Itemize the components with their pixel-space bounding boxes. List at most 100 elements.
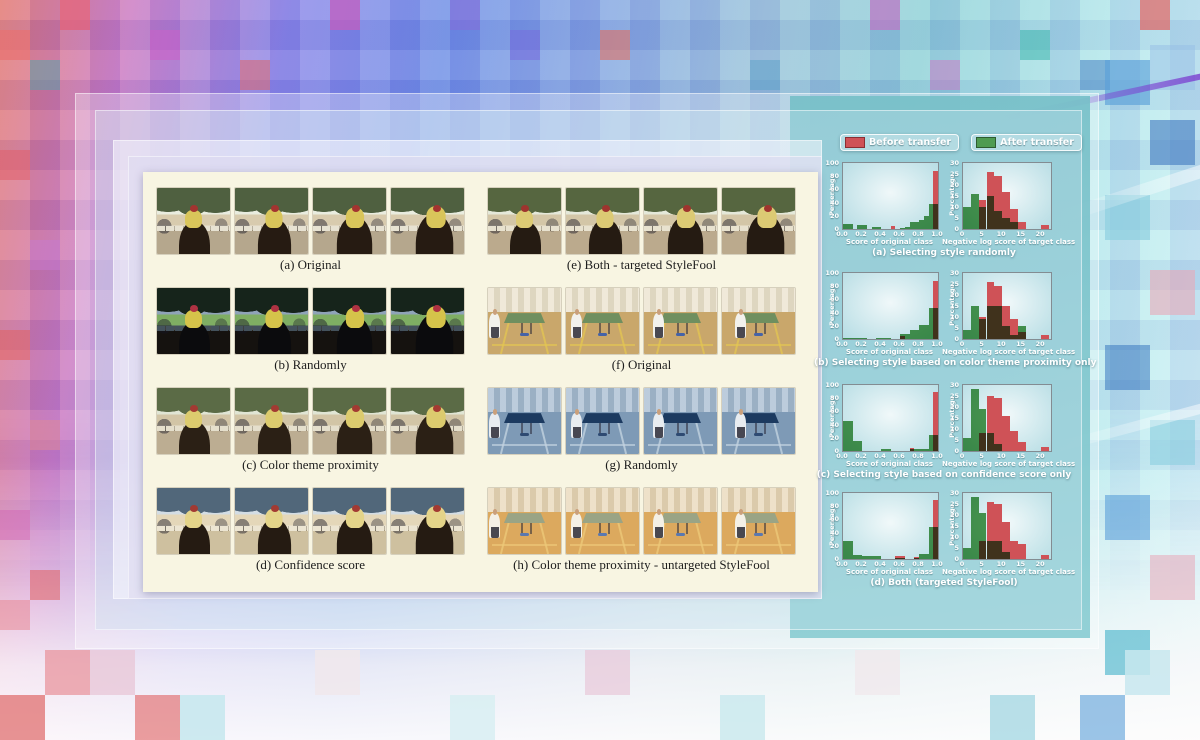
x-tick-label: 0.4: [872, 452, 888, 460]
video-frame: [722, 388, 795, 454]
y-tick-label: 20: [825, 434, 839, 442]
x-tick-label: 0.2: [853, 230, 869, 238]
mat: [660, 413, 701, 423]
court-line-bottom: [570, 444, 634, 446]
video-frame: [488, 288, 561, 354]
bar-after: [933, 308, 938, 339]
figure-row: (h) Color theme proximity - untargeted S…: [488, 488, 795, 573]
court-line-bottom: [492, 444, 556, 446]
video-frame: [644, 188, 717, 254]
bar-after: [933, 527, 938, 559]
bar-after: [862, 225, 867, 229]
figure-row: (g) Randomly: [488, 388, 795, 473]
frame-strip: [488, 488, 795, 554]
y-tick-label: 60: [825, 295, 839, 303]
y-tick-label: 40: [825, 529, 839, 537]
rider: [185, 410, 201, 428]
legend-label-before: Before transfer: [869, 137, 951, 148]
y-tick-label: 30: [945, 269, 959, 277]
mat-base: [754, 433, 763, 436]
y-tick-label: 25: [945, 500, 959, 508]
bar-after: [1018, 326, 1026, 339]
y-tick-label: 100: [825, 269, 839, 277]
bar-after: [979, 207, 987, 229]
y-tick-label: 20: [825, 322, 839, 330]
bar-after: [963, 438, 971, 451]
x-tick-label: 5: [974, 230, 990, 238]
bar-after: [987, 541, 995, 559]
x-tick-label: 20: [1032, 452, 1048, 460]
rider: [185, 310, 201, 328]
y-tick-label: 100: [825, 489, 839, 497]
video-frame: [566, 188, 639, 254]
x-axis-label: Score of original class: [822, 238, 957, 246]
figure-caption: (b) Randomly: [157, 357, 464, 373]
bar-after: [886, 449, 891, 451]
court-line-bottom: [492, 344, 556, 346]
histogram-row: Percentage0204060801000.00.20.40.60.81.0…: [818, 384, 1070, 492]
y-tick-label: 30: [945, 381, 959, 389]
y-tick-label: 5: [945, 436, 959, 444]
mat-legs: [521, 423, 532, 434]
mat-legs: [521, 523, 532, 534]
mat-base: [598, 433, 607, 436]
video-frame: [644, 388, 717, 454]
court-line-bottom: [726, 344, 790, 346]
legend-swatch-after: [976, 137, 996, 148]
video-frame: [157, 188, 230, 254]
x-axis-label: Negative log score of target class: [942, 238, 1070, 246]
curtain: [644, 388, 717, 412]
bar-after: [1002, 218, 1010, 229]
x-tick-label: 10: [993, 340, 1009, 348]
bar-after: [1002, 552, 1010, 559]
video-frame: [313, 188, 386, 254]
x-tick-label: 0.4: [872, 230, 888, 238]
figure-row: (b) Randomly: [157, 288, 464, 373]
x-tick-label: 0: [954, 560, 970, 568]
mat-legs: [599, 423, 610, 434]
bar-before: [1018, 544, 1026, 559]
mat: [582, 313, 623, 323]
bar-after: [987, 196, 995, 229]
video-frame: [391, 188, 464, 254]
player: [571, 413, 582, 438]
x-tick-label: 0: [954, 340, 970, 348]
x-tick-label: 0.2: [853, 452, 869, 460]
legend-label-after: After transfer: [1000, 137, 1074, 148]
player: [489, 413, 500, 438]
y-tick-label: 100: [825, 159, 839, 167]
mat-base: [754, 333, 763, 336]
bar-before: [1041, 555, 1049, 559]
player: [489, 313, 500, 338]
y-tick-label: 25: [945, 280, 959, 288]
video-frame: [391, 388, 464, 454]
y-tick-label: 10: [945, 425, 959, 433]
video-frame: [722, 188, 795, 254]
bar-before: [1018, 442, 1026, 451]
video-frame: [235, 388, 308, 454]
x-tick-label: 15: [1013, 452, 1029, 460]
curtain: [722, 288, 795, 312]
histogram-panel: Before transfer After transfer Percentag…: [818, 130, 1070, 620]
rider: [516, 210, 532, 228]
bar-after: [994, 444, 1002, 451]
y-tick-label: 25: [945, 170, 959, 178]
court-line-bottom: [570, 544, 634, 546]
video-frame: [313, 488, 386, 554]
x-tick-label: 0.2: [853, 340, 869, 348]
x-tick-label: 15: [1013, 340, 1029, 348]
mat: [504, 413, 545, 423]
x-tick-label: 0.0: [834, 340, 850, 348]
bar-before: [1010, 431, 1018, 451]
figure-caption: (f) Original: [488, 357, 795, 373]
bar-after: [933, 204, 938, 229]
y-tick-label: 80: [825, 172, 839, 180]
player: [653, 313, 664, 338]
x-tick-label: 0.2: [853, 560, 869, 568]
court-line-bottom: [648, 544, 712, 546]
y-tick-label: 15: [945, 414, 959, 422]
figure-caption: (h) Color theme proximity - untargeted S…: [488, 557, 795, 573]
video-frame: [722, 488, 795, 554]
y-tick-label: 15: [945, 302, 959, 310]
video-frame: [644, 288, 717, 354]
